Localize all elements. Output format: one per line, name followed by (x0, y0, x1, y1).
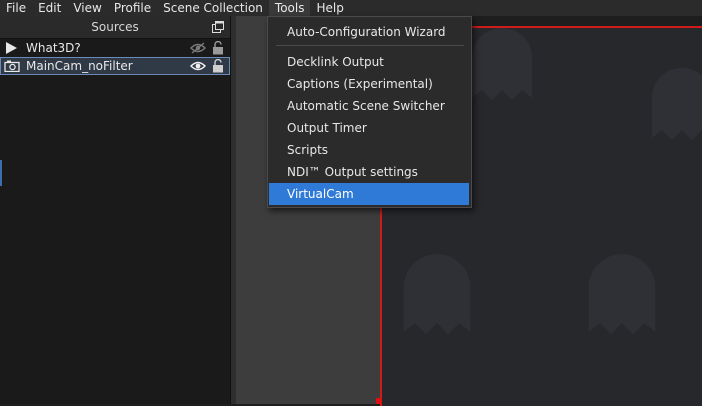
unlocked-icon[interactable] (212, 58, 224, 73)
menu-help[interactable]: Help (310, 0, 349, 16)
source-item-what3d[interactable]: What3D? (0, 39, 230, 57)
unlocked-icon[interactable] (212, 40, 224, 55)
menu-item-output-timer[interactable]: Output Timer (269, 117, 469, 139)
eye-hidden-icon[interactable] (190, 42, 206, 54)
eye-icon[interactable] (189, 60, 207, 72)
menu-item-scripts[interactable]: Scripts (269, 139, 469, 161)
source-label: What3D? (26, 41, 81, 55)
source-item-maincam-nofilter[interactable]: MainCam_noFilter (0, 57, 230, 75)
play-icon (4, 42, 20, 54)
ghost-pattern-icon (472, 28, 532, 100)
menu-file[interactable]: File (0, 0, 32, 16)
menu-item-captions[interactable]: Captions (Experimental) (269, 73, 469, 95)
menu-item-auto-scene-switcher[interactable]: Automatic Scene Switcher (269, 95, 469, 117)
transform-handle[interactable] (376, 398, 382, 404)
menu-profile[interactable]: Profile (108, 0, 157, 16)
menu-edit[interactable]: Edit (32, 0, 67, 16)
panel-edge-marker (0, 160, 2, 186)
menu-item-auto-config-wizard[interactable]: Auto-Configuration Wizard (269, 21, 469, 43)
menu-item-ndi-output-settings[interactable]: NDI™ Output settings (269, 161, 469, 183)
menu-item-virtualcam[interactable]: VirtualCam (269, 183, 469, 205)
ghost-pattern-icon (403, 254, 471, 335)
ghost-pattern-icon (588, 254, 656, 335)
menu-scene-collection[interactable]: Scene Collection (157, 0, 269, 16)
menu-bar: File Edit View Profile Scene Collection … (0, 0, 702, 16)
splitter-edge (231, 16, 236, 404)
sources-panel: Sources What3D? MainCam_noFilter (0, 16, 231, 404)
menu-view[interactable]: View (67, 0, 107, 16)
camera-icon (4, 60, 20, 72)
tools-menu-dropdown: Auto-Configuration Wizard Decklink Outpu… (267, 16, 472, 208)
ghost-pattern-icon (652, 68, 702, 140)
menu-item-decklink-output[interactable]: Decklink Output (269, 51, 469, 73)
menu-separator (276, 45, 464, 46)
sources-header: Sources (0, 16, 230, 39)
source-label: MainCam_noFilter (26, 59, 133, 73)
sources-title: Sources (91, 20, 139, 34)
undock-icon[interactable] (212, 21, 224, 33)
menu-tools[interactable]: Tools (268, 0, 311, 16)
